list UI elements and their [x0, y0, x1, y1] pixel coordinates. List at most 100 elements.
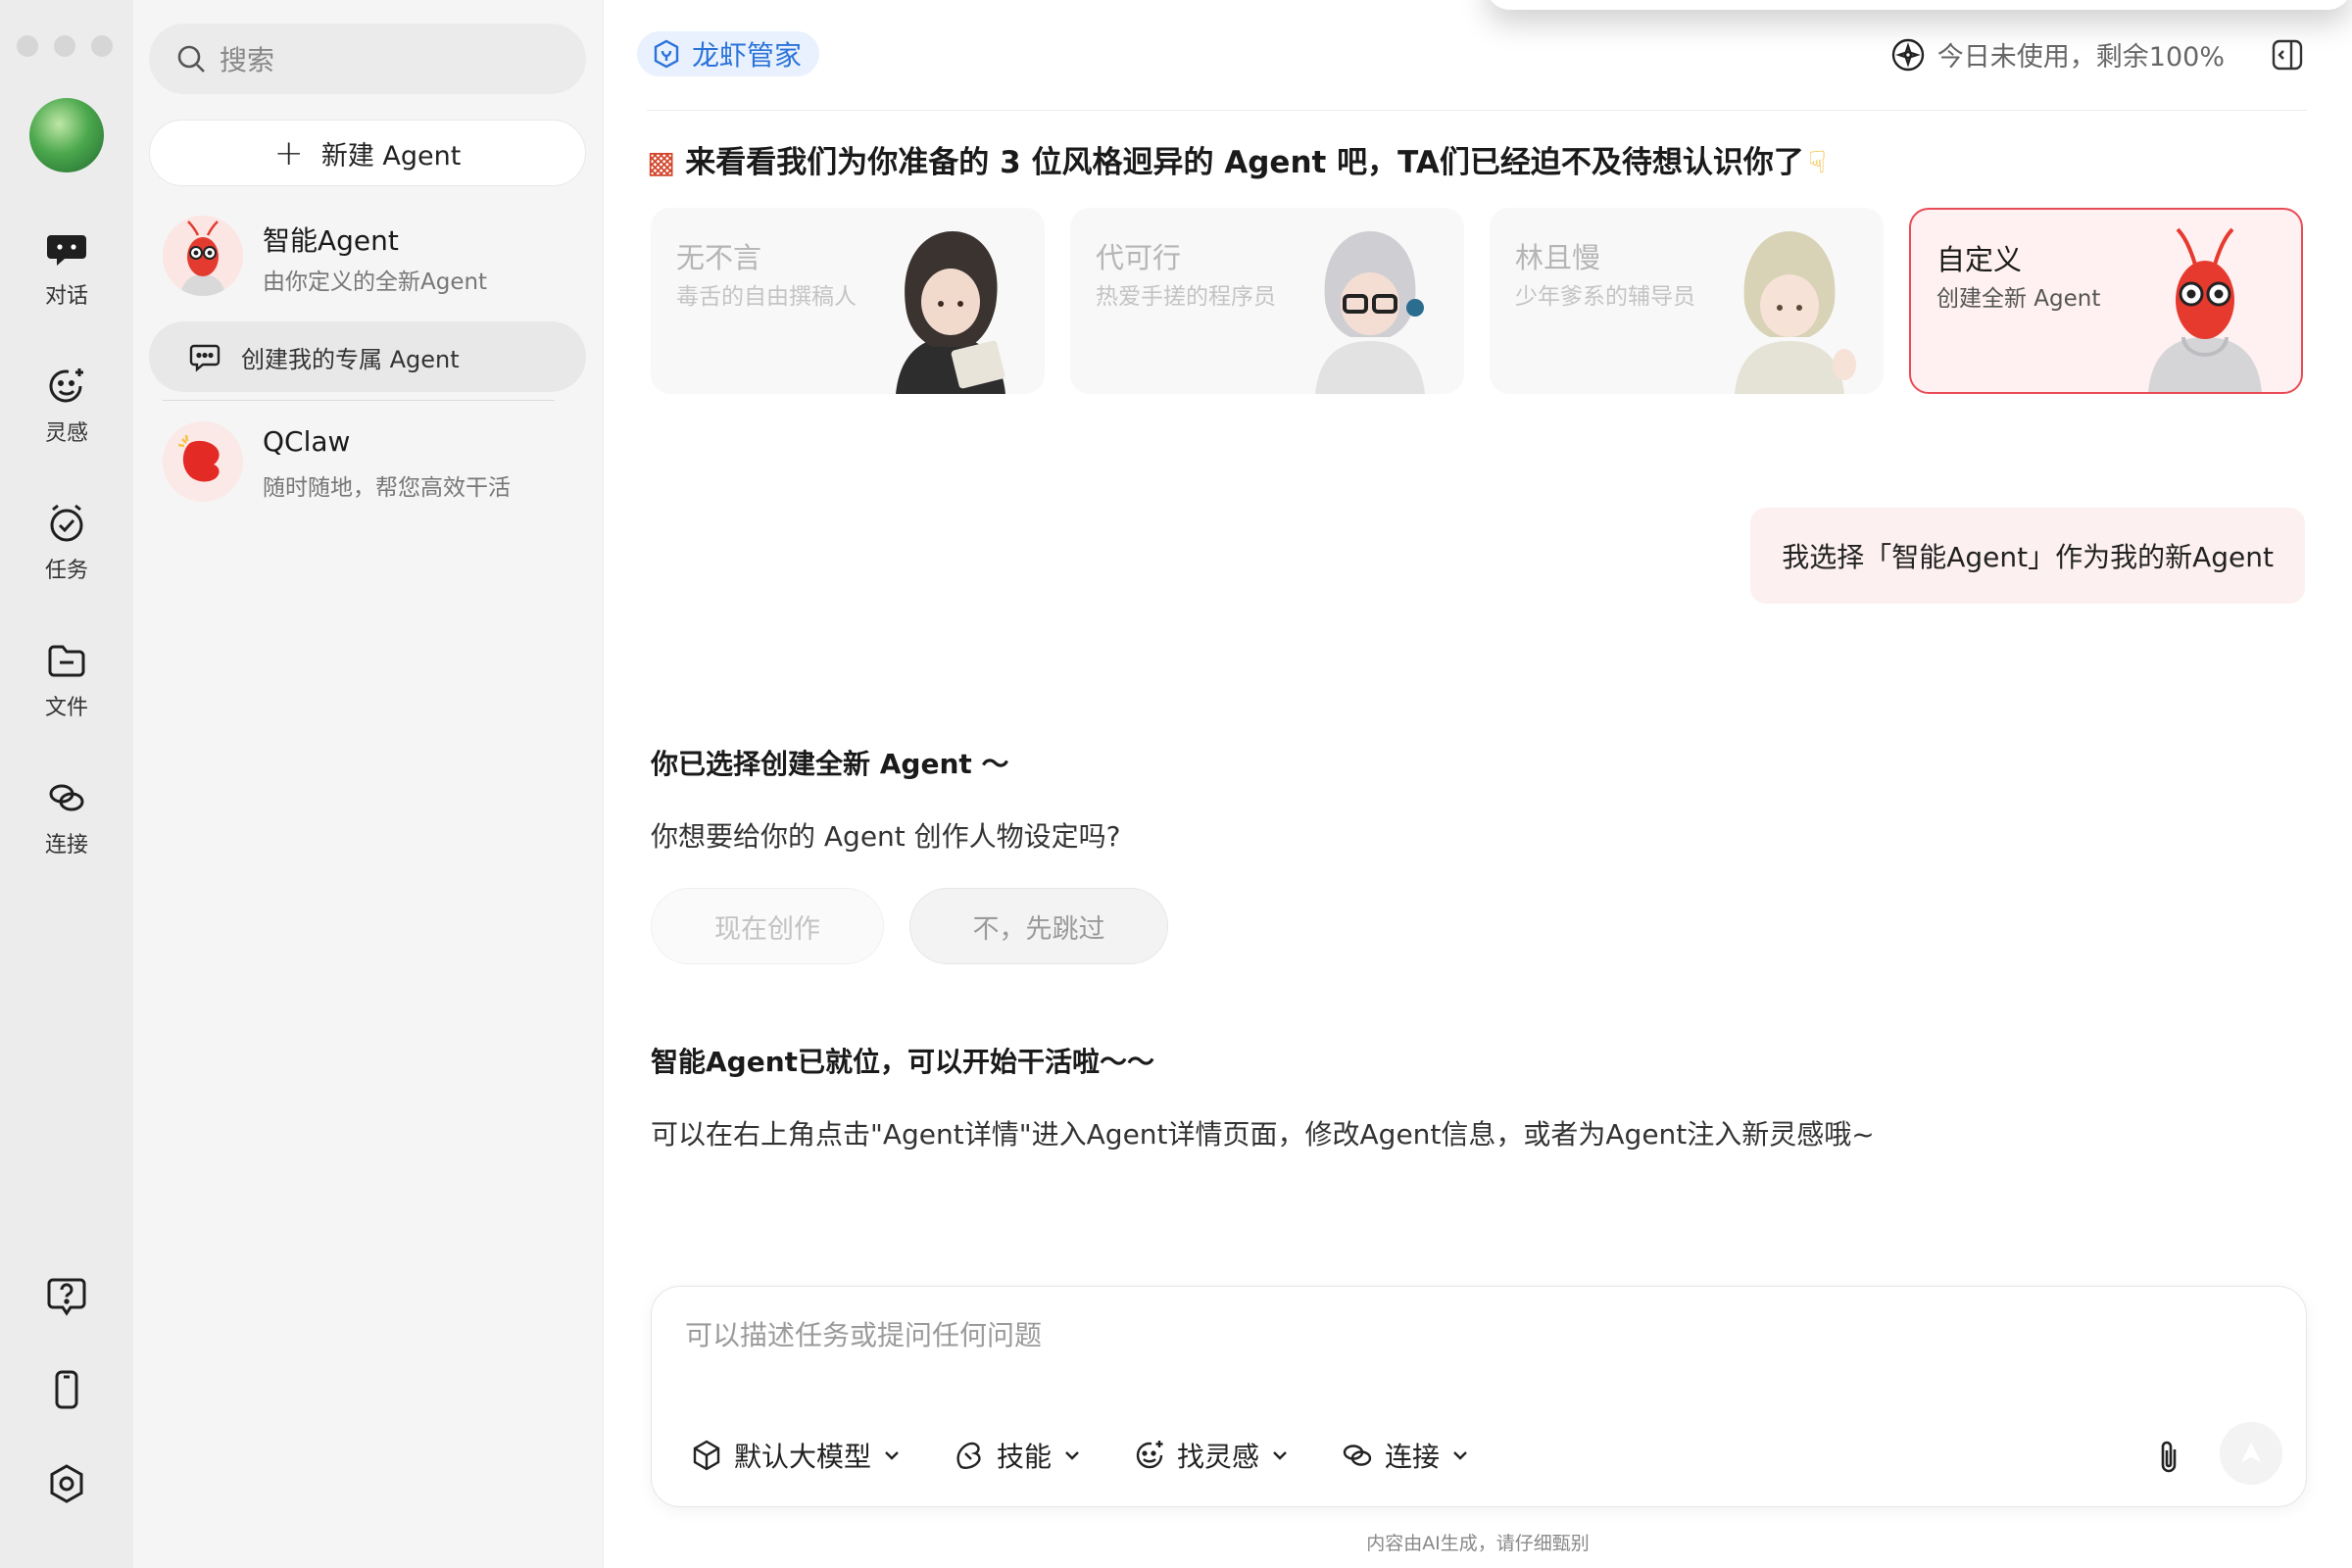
rail-item-inspiration[interactable]: 灵感	[0, 365, 133, 447]
rail-item-tasks[interactable]: 任务	[0, 502, 133, 584]
main-panel: 龙虾管家 今日未使用，剩余100% ▩ 来看看我们为你准备的 3 位风格迥异的 A…	[604, 0, 2352, 1568]
rail-item-connect[interactable]: 连接	[0, 776, 133, 858]
search-box[interactable]: 搜索	[149, 24, 586, 94]
rail-item-files[interactable]: 文件	[0, 639, 133, 721]
settings-icon[interactable]	[45, 1462, 88, 1505]
search-icon	[177, 45, 205, 73]
message-input[interactable]: 可以描述任务或提问任何问题	[685, 1314, 1042, 1353]
tool-label: 连接	[1385, 1441, 1441, 1473]
rail-item-label: 对话	[44, 284, 88, 309]
intro-text: 来看看我们为你准备的 3 位风格迥异的 Agent 吧，TA们已经迫不及待想认识…	[685, 145, 1804, 180]
cube-icon	[693, 1440, 720, 1471]
skill-icon	[956, 1442, 981, 1469]
card-desc: 毒舌的自由撰稿人	[676, 284, 857, 310]
chevron-down-icon	[885, 1451, 899, 1460]
card-desc: 热爱手搓的程序员	[1096, 284, 1276, 310]
bot-text-2: 可以在右上角点击"Agent详情"进入Agent详情页面，修改Agent信息，或…	[651, 1118, 1875, 1151]
point-down-icon: ☟	[1807, 145, 1827, 180]
bot-text-1: 你想要给你的 Agent 创作人物设定吗?	[651, 820, 1121, 853]
overlay-shadow	[1486, 0, 2352, 10]
agent-card-wubuyan[interactable]: 无不言 毒舌的自由撰稿人	[651, 208, 1045, 394]
card-name: 无不言	[676, 241, 762, 274]
rail-item-label: 文件	[44, 696, 88, 720]
search-input[interactable]: 搜索	[220, 39, 274, 78]
task-clock-icon	[50, 504, 83, 542]
window-controls	[17, 35, 113, 57]
rail-item-chat[interactable]: 对话	[0, 227, 133, 310]
bot-title-2: 智能Agent已就位，可以开始干活啦～～	[651, 1046, 1155, 1078]
agent-desc: 随时随地，帮您高效干活	[263, 475, 511, 501]
rail-item-label: 灵感	[44, 421, 88, 446]
folder-icon	[48, 645, 85, 677]
card-name: 自定义	[1936, 243, 2023, 276]
agent-card-linqieman[interactable]: 林且慢 少年爹系的辅导员	[1490, 208, 1884, 394]
tool-label: 找灵感	[1177, 1441, 1260, 1473]
quota-indicator[interactable]: 今日未使用，剩余100%	[1890, 35, 2225, 74]
lobster-avatar	[163, 216, 243, 296]
rail-item-label: 连接	[44, 833, 88, 858]
tag-label: 龙虾管家	[692, 39, 803, 72]
skip-button[interactable]: 不，先跳过	[909, 888, 1168, 964]
inspiration-face-icon	[1136, 1441, 1163, 1469]
qclaw-avatar	[163, 421, 243, 502]
card-name: 代可行	[1096, 241, 1182, 274]
quota-icon	[1891, 38, 1924, 71]
chevron-down-icon	[1273, 1451, 1287, 1460]
connect-selector[interactable]: 连接	[1340, 1436, 1471, 1475]
tool-label: 默认大模型	[734, 1441, 872, 1473]
composer-toolbar: 默认大模型 技能 找灵感 连接	[689, 1436, 1520, 1475]
bot-title-1: 你已选择创建全新 Agent ～	[651, 748, 1009, 780]
agent-tag[interactable]: 龙虾管家	[637, 31, 820, 76]
create-my-agent-item[interactable]: 创建我的专属 Agent	[149, 321, 586, 392]
panel-toggle-icon[interactable]	[2270, 37, 2305, 73]
inspiration-face-icon	[49, 368, 83, 403]
tool-label: 技能	[997, 1441, 1053, 1473]
butler-icon	[654, 39, 679, 69]
help-icon[interactable]	[45, 1274, 88, 1317]
card-name: 林且慢	[1515, 241, 1601, 274]
gift-icon: ▩	[647, 145, 676, 180]
agent-card-daikexing[interactable]: 代可行 热爱手搓的程序员	[1070, 208, 1464, 394]
link-icon	[1343, 1445, 1372, 1466]
inspiration-selector[interactable]: 找灵感	[1132, 1436, 1291, 1475]
user-message-bubble: 我选择「智能Agent」作为我的新Agent	[1750, 508, 2305, 604]
divider	[163, 400, 555, 401]
agent-desc: 由你定义的全新Agent	[263, 270, 488, 295]
paperclip-icon[interactable]	[2151, 1438, 2186, 1477]
agent-name: QClaw	[263, 425, 351, 458]
character-portrait	[896, 231, 1005, 394]
chat-outline-icon	[189, 344, 220, 372]
zoom-window-button[interactable]	[91, 35, 113, 57]
chat-bubble-icon	[47, 235, 86, 266]
agent-sidebar: 搜索 + 新建 Agent 智能Agent 由你定义的全新Agent 创建我的专…	[133, 0, 604, 1568]
user-avatar[interactable]	[29, 98, 104, 172]
lobster-mascot	[2148, 227, 2262, 392]
card-desc: 创建全新 Agent	[1936, 286, 2101, 312]
agent-card-custom[interactable]: 自定义 创建全新 Agent	[1909, 208, 2303, 394]
card-desc: 少年爹系的辅导员	[1515, 284, 1695, 310]
message-composer: 可以描述任务或提问任何问题 默认大模型 技能 找灵感 连接	[651, 1286, 2307, 1507]
plus-icon: +	[273, 132, 304, 173]
chevron-down-icon	[1453, 1451, 1467, 1460]
chevron-down-icon	[1065, 1451, 1079, 1460]
character-portrait	[1735, 231, 1856, 394]
quota-text: 今日未使用，剩余100%	[1936, 42, 2225, 73]
link-icon	[49, 784, 84, 811]
create-now-button[interactable]: 现在创作	[651, 888, 884, 964]
new-agent-button[interactable]: + 新建 Agent	[149, 120, 586, 186]
agent-item-smart[interactable]: 智能Agent 由你定义的全新Agent	[163, 214, 574, 302]
model-selector[interactable]: 默认大模型	[689, 1436, 903, 1475]
close-window-button[interactable]	[17, 35, 38, 57]
skills-selector[interactable]: 技能	[952, 1436, 1083, 1475]
user-message-text: 我选择「智能Agent」作为我的新Agent	[1782, 541, 2274, 573]
rail-item-label: 任务	[44, 559, 88, 583]
send-button[interactable]	[2220, 1422, 2282, 1485]
nav-rail: 对话 灵感 任务 文件 连接	[0, 0, 133, 1568]
send-arrow-icon	[2241, 1443, 2261, 1462]
agent-item-qclaw[interactable]: QClaw 随时随地，帮您高效干活	[163, 419, 574, 508]
sub-item-label: 创建我的专属 Agent	[241, 345, 460, 373]
minimize-window-button[interactable]	[54, 35, 75, 57]
new-agent-label: 新建 Agent	[320, 140, 462, 172]
phone-icon[interactable]	[45, 1368, 88, 1411]
character-portrait	[1315, 231, 1425, 394]
